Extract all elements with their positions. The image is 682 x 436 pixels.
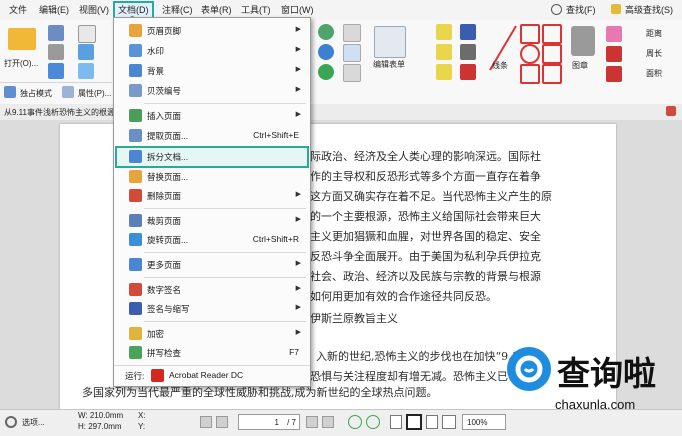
submenu-arrow-icon: ▶ <box>295 86 301 93</box>
bates-icon <box>129 84 142 97</box>
menu-item-replace-pages[interactable]: 替换页面... <box>115 168 309 186</box>
submenu-arrow-icon: ▶ <box>295 46 301 53</box>
menu-item-watermark[interactable]: 水印 ▶ <box>115 42 309 60</box>
header-footer-icon <box>129 24 142 37</box>
page-number-input[interactable]: 1 / 7 <box>238 414 300 430</box>
split-document-icon <box>129 150 142 163</box>
first-page-icon[interactable] <box>200 416 212 428</box>
crop-pages-icon <box>129 214 142 227</box>
digital-signature-icon <box>129 283 142 296</box>
next-page-icon[interactable] <box>306 416 318 428</box>
spell-check-icon <box>129 346 142 359</box>
menu-item-digital-signature[interactable]: 数字签名 ▶ <box>115 281 309 299</box>
zoom-value: 100% <box>467 418 488 427</box>
menu-item-delete-pages[interactable]: 删除页面 ▶ <box>115 187 309 205</box>
menu-item-crop-pages[interactable]: 裁剪页面 ▶ <box>115 212 309 230</box>
watermark-brand: 查询啦 <box>557 354 656 393</box>
background-icon <box>129 64 142 77</box>
replace-pages-icon <box>129 170 142 183</box>
submenu-arrow-icon: ▶ <box>295 285 301 292</box>
cursor-y-readout: Y: <box>138 422 146 431</box>
menu-item-spell-check[interactable]: 拼写检查 F7 <box>115 344 309 362</box>
submenu-arrow-icon: ▶ <box>295 26 301 33</box>
menu-item-background[interactable]: 背景 ▶ <box>115 62 309 80</box>
site-watermark: 查询啦 chaxunla.com <box>505 345 677 435</box>
zoom-select[interactable]: 100% <box>462 414 506 430</box>
delete-pages-icon <box>129 189 142 202</box>
menu-item-split-document[interactable]: 拆分文档... <box>115 146 309 168</box>
insert-pages-icon <box>129 109 142 122</box>
page-total: / 7 <box>287 418 296 427</box>
submenu-arrow-icon: ▶ <box>295 329 301 336</box>
more-pages-icon <box>129 258 142 271</box>
page-height-readout: H: 297.0mm <box>78 422 122 431</box>
menu-item-rotate-pages[interactable]: 旋转页面... Ctrl+Shift+R <box>115 231 309 249</box>
page-number-value: 1 <box>274 418 279 427</box>
menu-separator <box>144 208 306 209</box>
prev-page-icon[interactable] <box>216 416 228 428</box>
watermark-logo-icon <box>507 347 551 391</box>
rotate-pages-icon <box>129 233 142 246</box>
cursor-x-readout: X: <box>138 411 146 420</box>
lock-icon <box>129 327 142 340</box>
facing-page-icon[interactable] <box>426 415 438 429</box>
single-page-icon[interactable] <box>390 415 402 429</box>
submenu-arrow-icon: ▶ <box>295 111 301 118</box>
sign-initials-icon <box>129 302 142 315</box>
forward-icon[interactable] <box>366 415 380 429</box>
options-button[interactable]: 选项... <box>22 417 45 428</box>
continuous-facing-icon[interactable] <box>442 415 456 429</box>
submenu-arrow-icon: ▶ <box>295 260 301 267</box>
menu-separator <box>114 365 310 366</box>
menu-item-bates-numbering[interactable]: 贝茨编号 ▶ <box>115 82 309 100</box>
submenu-arrow-icon: ▶ <box>295 66 301 73</box>
menu-separator <box>144 252 306 253</box>
menu-separator <box>144 277 306 278</box>
last-page-icon[interactable] <box>322 416 334 428</box>
menu-item-more-pages[interactable]: 更多页面 ▶ <box>115 256 309 274</box>
back-icon[interactable] <box>348 415 362 429</box>
continuous-page-icon[interactable] <box>406 414 422 430</box>
menu-item-sign-initials[interactable]: 签名与缩写 ▶ <box>115 300 309 318</box>
page-width-readout: W: 210.0mm <box>78 411 124 420</box>
watermark-domain: chaxunla.com <box>555 397 636 412</box>
menu-separator <box>144 103 306 104</box>
submenu-arrow-icon: ▶ <box>295 304 301 311</box>
gear-icon[interactable] <box>5 416 17 428</box>
acrobat-icon <box>151 369 164 382</box>
document-menu-dropdown: 页眉页脚 ▶ 水印 ▶ 背景 ▶ 贝茨编号 ▶ 插入页面 ▶ 提取页面... C… <box>113 17 311 387</box>
menu-item-insert-pages[interactable]: 插入页面 ▶ <box>115 107 309 125</box>
menu-item-run-app[interactable]: 运行: Acrobat Reader DC <box>115 367 309 385</box>
menu-item-extract-pages[interactable]: 提取页面... Ctrl+Shift+E <box>115 127 309 145</box>
menu-item-header-footer[interactable]: 页眉页脚 ▶ <box>115 22 309 40</box>
menu-separator <box>144 321 306 322</box>
watermark-icon <box>129 44 142 57</box>
submenu-arrow-icon: ▶ <box>295 216 301 223</box>
menu-item-encrypt[interactable]: 加密 ▶ <box>115 325 309 343</box>
submenu-arrow-icon: ▶ <box>295 191 301 198</box>
extract-pages-icon <box>129 129 142 142</box>
